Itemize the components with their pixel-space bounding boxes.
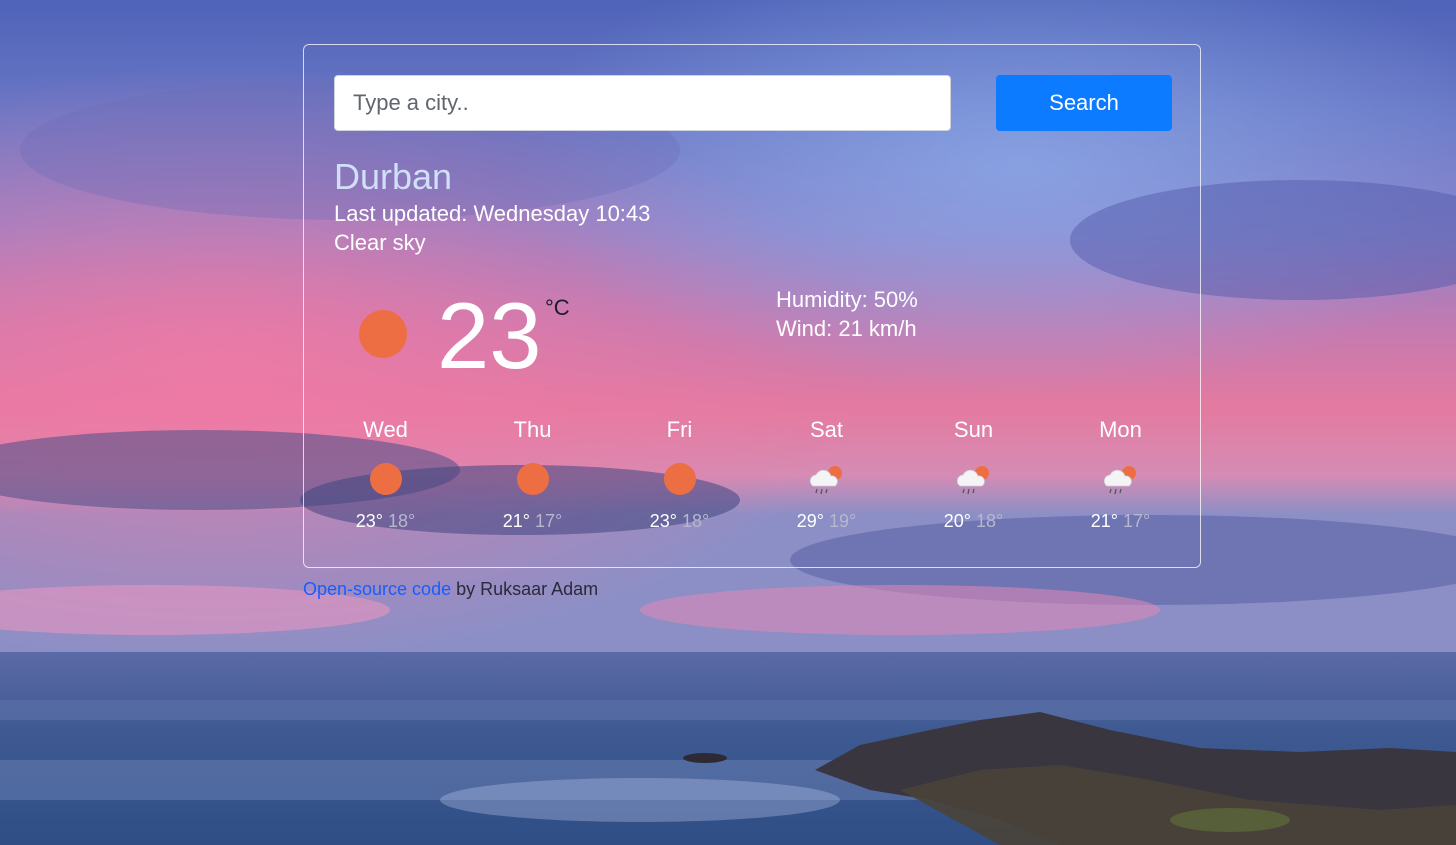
- current-meta: Last updated: Wednesday 10:43 Clear sky: [334, 199, 650, 257]
- forecast-day: Fri 23° 18°: [606, 415, 753, 532]
- city-search-input[interactable]: [334, 75, 951, 131]
- forecast-min: 18°: [682, 511, 710, 531]
- forecast-min: 18°: [388, 511, 416, 531]
- forecast-day: Sun 20° 18°: [900, 415, 1047, 532]
- forecast-temps: 21° 17°: [1047, 510, 1194, 532]
- forecast-temps: 23° 18°: [312, 510, 459, 532]
- rain-cloud-icon: [803, 462, 851, 498]
- city-name: Durban: [334, 156, 453, 197]
- forecast-temps: 20° 18°: [900, 510, 1047, 532]
- rain-cloud-icon: [1097, 462, 1145, 498]
- footer-credit: Open-source code by Ruksaar Adam: [303, 579, 598, 600]
- forecast-max: 23°: [649, 511, 677, 531]
- forecast-max: 29°: [796, 511, 824, 531]
- forecast-min: 17°: [1123, 511, 1151, 531]
- sun-icon: [509, 462, 557, 498]
- search-button[interactable]: Search: [996, 75, 1172, 131]
- forecast-min: 19°: [829, 511, 857, 531]
- forecast-day-name: Sun: [953, 417, 994, 442]
- rain-cloud-icon: [950, 462, 998, 498]
- forecast-day: Mon 21° 17°: [1047, 415, 1194, 532]
- forecast-min: 17°: [535, 511, 563, 531]
- forecast-min: 18°: [976, 511, 1004, 531]
- forecast-max: 20°: [943, 511, 971, 531]
- forecast-day-name: Fri: [666, 417, 693, 442]
- weather-card: Search Durban Last updated: Wednesday 10…: [303, 44, 1201, 568]
- forecast-max: 23°: [355, 511, 383, 531]
- forecast-temps: 21° 17°: [459, 510, 606, 532]
- forecast-day-name: Wed: [363, 417, 408, 442]
- forecast-max: 21°: [1090, 511, 1118, 531]
- forecast-temps: 29° 19°: [753, 510, 900, 532]
- forecast-day: Wed 23° 18°: [312, 415, 459, 532]
- forecast: Wed 23° 18° Thu 21° 17° Fri 23° 18° Sat: [312, 415, 1196, 545]
- sun-icon: [656, 462, 704, 498]
- sun-icon: [362, 462, 410, 498]
- humidity: Humidity: 50%: [776, 287, 918, 312]
- wind: Wind: 21 km/h: [776, 316, 917, 341]
- author-credit: by Ruksaar Adam: [451, 579, 599, 599]
- forecast-temps: 23° 18°: [606, 510, 753, 532]
- source-code-link[interactable]: Open-source code: [303, 579, 451, 599]
- forecast-max: 21°: [502, 511, 530, 531]
- forecast-day-name: Mon: [1099, 417, 1142, 442]
- forecast-day: Thu 21° 17°: [459, 415, 606, 532]
- forecast-day-name: Thu: [513, 417, 552, 442]
- weather-description: Clear sky: [334, 230, 426, 255]
- sun-icon: [359, 310, 407, 358]
- current-temperature: 23: [437, 283, 542, 388]
- last-updated: Last updated: Wednesday 10:43: [334, 201, 651, 226]
- forecast-day-name: Sat: [809, 417, 844, 442]
- temperature-unit: °C: [545, 295, 570, 320]
- forecast-day: Sat 29° 19°: [753, 415, 900, 532]
- weather-details: Humidity: 50% Wind: 21 km/h: [776, 285, 918, 343]
